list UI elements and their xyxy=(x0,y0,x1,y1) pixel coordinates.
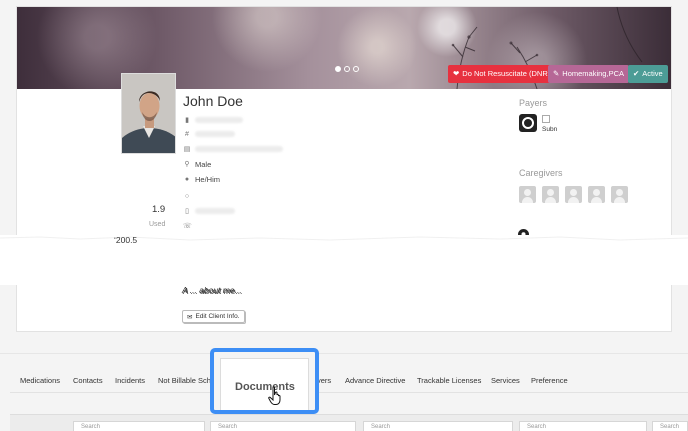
dnr-badge: ❤ Do Not Resuscitate (DNR) xyxy=(448,65,556,83)
status-badge: ✔ Active xyxy=(628,65,668,83)
torn-edge-gap: ʻ200.5 xyxy=(0,235,688,285)
services-badge-label: Homemaking,PCA xyxy=(562,69,624,78)
map-marker-icon: ⚲ xyxy=(184,161,190,168)
services-badge: ✎ Homemaking,PCA xyxy=(548,65,629,83)
gender-value: Male xyxy=(195,159,212,169)
tab-caregivers[interactable]: vers xyxy=(317,376,331,385)
tab-services[interactable]: Services xyxy=(491,376,520,385)
redacted-value xyxy=(195,208,235,214)
tab-documents-label: Documents xyxy=(235,381,295,393)
info-row-id: ▮ xyxy=(183,115,243,125)
tab-documents[interactable]: Documents xyxy=(220,358,309,410)
broken-image-icon xyxy=(542,115,550,123)
carousel-dot[interactable] xyxy=(344,66,350,72)
carousel-dot[interactable] xyxy=(353,66,359,72)
search-input[interactable]: Search xyxy=(73,421,205,431)
info-row-pronouns: ● He/Him xyxy=(183,174,220,184)
tag-icon: ✎ xyxy=(553,69,560,78)
search-input[interactable]: Search xyxy=(210,421,356,431)
bookmark-icon: ▮ xyxy=(185,117,189,124)
info-row-number: # xyxy=(183,129,235,139)
tab-bar xyxy=(0,353,688,413)
tab-medications[interactable]: Medications xyxy=(20,376,60,385)
tab-not-billable[interactable]: Not Billable Sch xyxy=(158,376,211,385)
payer-image-alt: Subn xyxy=(542,126,558,133)
caregiver-avatar[interactable] xyxy=(542,186,559,203)
tab-contacts[interactable]: Contacts xyxy=(73,376,103,385)
tab-trackable-licenses[interactable]: Trackable Licenses xyxy=(417,376,481,385)
status-badge-label: Active xyxy=(642,69,663,78)
search-input[interactable]: Search xyxy=(652,421,688,431)
heart-icon: ❤ xyxy=(453,69,460,78)
caregiver-avatar[interactable] xyxy=(588,186,605,203)
hours-used-value: 1.9 xyxy=(152,204,166,215)
info-row-phone: ☏ xyxy=(183,221,192,231)
mobile-icon: ▯ xyxy=(185,208,189,215)
payers-title: Payers xyxy=(519,98,548,108)
redacted-value xyxy=(195,146,283,152)
tab-underline xyxy=(10,392,688,393)
carousel-dot[interactable] xyxy=(335,66,341,72)
search-input[interactable]: Search xyxy=(363,421,513,431)
carousel-dots xyxy=(335,66,359,72)
dnr-badge-label: Do Not Resuscitate (DNR) xyxy=(462,69,551,78)
tab-advance-directive[interactable]: Advance Directive xyxy=(345,376,405,385)
caregiver-avatar[interactable] xyxy=(611,186,628,203)
envelope-icon: ✉ xyxy=(187,313,193,321)
redacted-value xyxy=(195,131,235,137)
caregivers-title: Caregivers xyxy=(519,168,563,178)
search-input[interactable]: Search xyxy=(519,421,647,431)
client-profile-page: ❤ Do Not Resuscitate (DNR) ✎ Homemaking,… xyxy=(0,0,688,431)
info-row-mobile: ▯ xyxy=(183,206,235,216)
about-text-visible: A ... about me... xyxy=(182,285,242,295)
hand-pointer-icon xyxy=(268,386,284,411)
tab-incidents[interactable]: Incidents xyxy=(115,376,145,385)
hours-used-label: Used xyxy=(149,221,166,228)
client-avatar xyxy=(121,73,176,154)
caregiver-avatar[interactable] xyxy=(565,186,582,203)
pronouns-value: He/Him xyxy=(195,174,221,184)
documents-tab-highlight: Documents xyxy=(210,348,319,414)
edit-client-info-label: Edit Client Info. xyxy=(195,313,240,320)
info-row-group: ○ xyxy=(183,191,191,201)
users-icon: ○ xyxy=(184,192,190,200)
edit-client-info-button-visible[interactable]: ✉ Edit Client Info. xyxy=(182,310,245,323)
info-row-date: ▤ xyxy=(183,144,283,154)
client-name: John Doe xyxy=(183,93,243,109)
hours-remaining-value: ʻ200.5 xyxy=(114,235,138,245)
user-icon: ● xyxy=(184,175,190,183)
caregiver-avatar[interactable] xyxy=(519,186,536,203)
calendar-icon: ▤ xyxy=(183,146,191,153)
info-row-gender: ⚲ Male xyxy=(183,159,211,169)
hash-icon: # xyxy=(185,130,189,138)
payer-broken-image[interactable]: Subn xyxy=(542,115,557,134)
redacted-value xyxy=(195,117,243,123)
payer-logo[interactable] xyxy=(519,114,537,132)
phone-icon: ☏ xyxy=(183,223,192,230)
check-icon: ✔ xyxy=(633,69,640,78)
tab-preference[interactable]: Preference xyxy=(531,376,568,385)
